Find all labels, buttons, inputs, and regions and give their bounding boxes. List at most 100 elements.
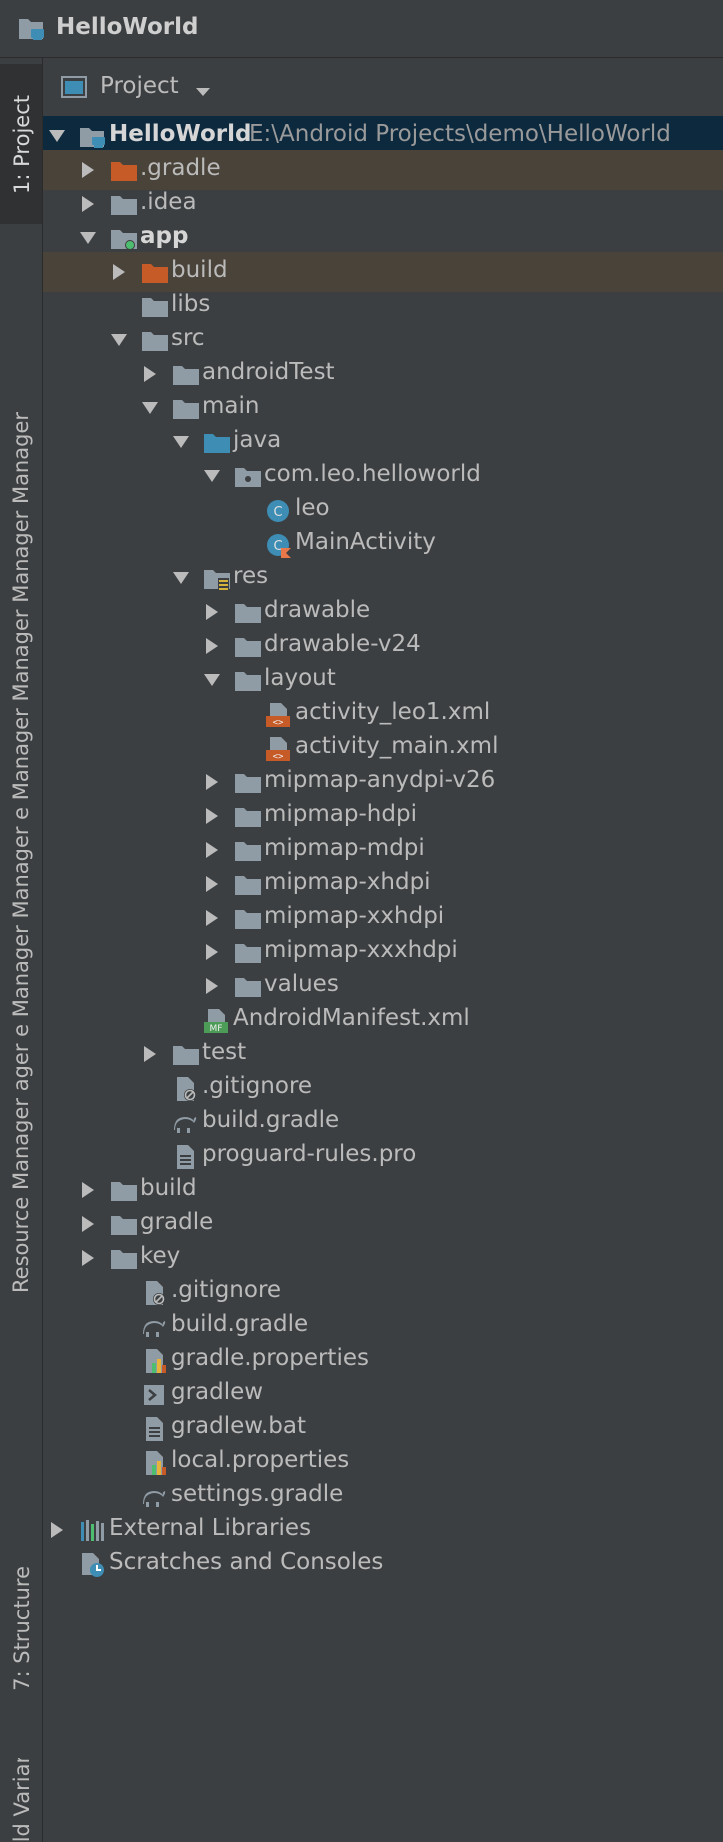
collapse-arrow-icon[interactable] <box>173 569 189 587</box>
collapse-arrow-icon[interactable] <box>173 433 189 451</box>
text-file-icon <box>141 1416 169 1442</box>
structure-tab-label: 7: Structure <box>9 1565 34 1691</box>
tree-item-label: .idea <box>140 189 197 215</box>
folder-icon <box>234 906 262 932</box>
tree-item-label: test <box>202 1039 247 1065</box>
tree-item-label: main <box>202 393 260 419</box>
collapse-arrow-icon[interactable] <box>80 229 96 247</box>
tree-item-label: External Libraries <box>109 1515 312 1541</box>
gradle-icon <box>141 1484 169 1510</box>
gradle-icon <box>141 1314 169 1340</box>
project-icon <box>18 16 46 46</box>
resource-folder-icon <box>203 566 231 592</box>
folder-icon <box>141 294 169 320</box>
tree-item-label: .gitignore <box>202 1073 313 1099</box>
tree-item-label: activity_main.xml <box>295 733 499 759</box>
expand-arrow-icon[interactable] <box>142 365 158 383</box>
folder-icon <box>234 770 262 796</box>
source-folder-icon <box>203 430 231 456</box>
svg-text:MF: MF <box>210 1024 223 1034</box>
ignore-file-icon <box>141 1280 169 1306</box>
project-tool-tab[interactable]: 1: Project <box>0 64 42 224</box>
tree-item-label: mipmap-xxxhdpi <box>264 937 458 963</box>
expand-arrow-icon[interactable] <box>204 875 220 893</box>
project-tool-tab-label: 1: Project <box>9 94 34 194</box>
folder-icon <box>234 974 262 1000</box>
window-title: HelloWorld <box>56 14 199 40</box>
xml-file-icon: <> <box>265 702 293 728</box>
folder-icon <box>172 362 200 388</box>
project-view-selector[interactable]: Project <box>100 73 179 99</box>
ignore-file-icon <box>172 1076 200 1102</box>
expand-arrow-icon[interactable] <box>80 195 96 213</box>
expand-arrow-icon[interactable] <box>142 1045 158 1063</box>
expand-arrow-icon[interactable] <box>80 161 96 179</box>
package-icon <box>234 464 262 490</box>
tree-item-label: mipmap-hdpi <box>264 801 417 827</box>
expand-arrow-icon[interactable] <box>204 603 220 621</box>
expand-arrow-icon[interactable] <box>80 1181 96 1199</box>
tree-item-label: activity_leo1.xml <box>295 699 491 725</box>
tree-item-label: mipmap-anydpi-v26 <box>264 767 496 793</box>
folder-icon <box>234 872 262 898</box>
tree-item-label: build <box>140 1175 197 1201</box>
tree-item-label: MainActivity <box>295 529 436 555</box>
build-variants-tool-tab[interactable]: Build Variants <box>0 1758 42 1842</box>
svg-text:C: C <box>273 505 282 520</box>
resource-manager-tool-tab[interactable]: Resource Manager ager e Manager Manager … <box>0 243 42 1293</box>
tree-item-label: local.properties <box>171 1447 350 1473</box>
expand-arrow-icon[interactable] <box>111 263 127 281</box>
libraries-icon <box>79 1518 107 1544</box>
tree-item-label: build <box>171 257 228 283</box>
expand-arrow-icon[interactable] <box>80 1215 96 1233</box>
tree-item-label: leo <box>295 495 330 521</box>
script-file-icon <box>141 1382 169 1408</box>
collapse-arrow-icon[interactable] <box>49 127 65 145</box>
tree-item-label: .gitignore <box>171 1277 282 1303</box>
tree-item-label: mipmap-xxhdpi <box>264 903 445 929</box>
folder-icon <box>234 668 262 694</box>
collapse-arrow-icon[interactable] <box>204 467 220 485</box>
expand-arrow-icon[interactable] <box>204 773 220 791</box>
folder-icon <box>110 192 138 218</box>
expand-arrow-icon[interactable] <box>204 637 220 655</box>
svg-text:<>: <> <box>273 718 284 728</box>
tree-item-label: libs <box>171 291 211 317</box>
structure-tool-tab[interactable]: 7: Structure <box>0 1508 42 1748</box>
chevron-down-icon[interactable] <box>195 82 211 101</box>
expand-arrow-icon[interactable] <box>204 841 220 859</box>
folder-icon <box>234 804 262 830</box>
excluded-folder-icon <box>110 158 138 184</box>
expand-arrow-icon[interactable] <box>80 1249 96 1267</box>
svg-text:<>: <> <box>273 752 284 762</box>
tree-item-label: mipmap-xhdpi <box>264 869 431 895</box>
expand-arrow-icon[interactable] <box>204 807 220 825</box>
tree-item-label: layout <box>264 665 336 691</box>
tree-item-scratches-and-consoles[interactable]: Scratches and Consoles <box>43 1544 723 1584</box>
collapse-arrow-icon[interactable] <box>111 331 127 349</box>
tree-item-label: gradlew <box>171 1379 264 1405</box>
project-icon <box>79 124 107 150</box>
collapse-arrow-icon[interactable] <box>204 671 220 689</box>
tree-item-label: build.gradle <box>202 1107 340 1133</box>
folder-icon <box>172 396 200 422</box>
expand-arrow-icon[interactable] <box>49 1521 65 1539</box>
tree-item-label: app <box>140 223 189 249</box>
folder-icon <box>141 328 169 354</box>
tree-item-label: java <box>233 427 282 453</box>
folder-icon <box>234 634 262 660</box>
tree-item-label: Scratches and Consoles <box>109 1549 384 1575</box>
folder-icon <box>110 1178 138 1204</box>
folder-icon <box>110 1246 138 1272</box>
expand-arrow-icon[interactable] <box>204 943 220 961</box>
folder-icon <box>234 600 262 626</box>
tree-item-label: drawable-v24 <box>264 631 421 657</box>
tree-item-label: src <box>171 325 205 351</box>
folder-icon <box>234 838 262 864</box>
resource-manager-tab-label: Resource Manager ager e Manager Manager … <box>9 412 33 1293</box>
tree-item-label: com.leo.helloworld <box>264 461 481 487</box>
expand-arrow-icon[interactable] <box>204 909 220 927</box>
collapse-arrow-icon[interactable] <box>142 399 158 417</box>
project-tree[interactable]: HelloWorld E:\Android Projects\demo\Hello… <box>43 116 723 1842</box>
expand-arrow-icon[interactable] <box>204 977 220 995</box>
